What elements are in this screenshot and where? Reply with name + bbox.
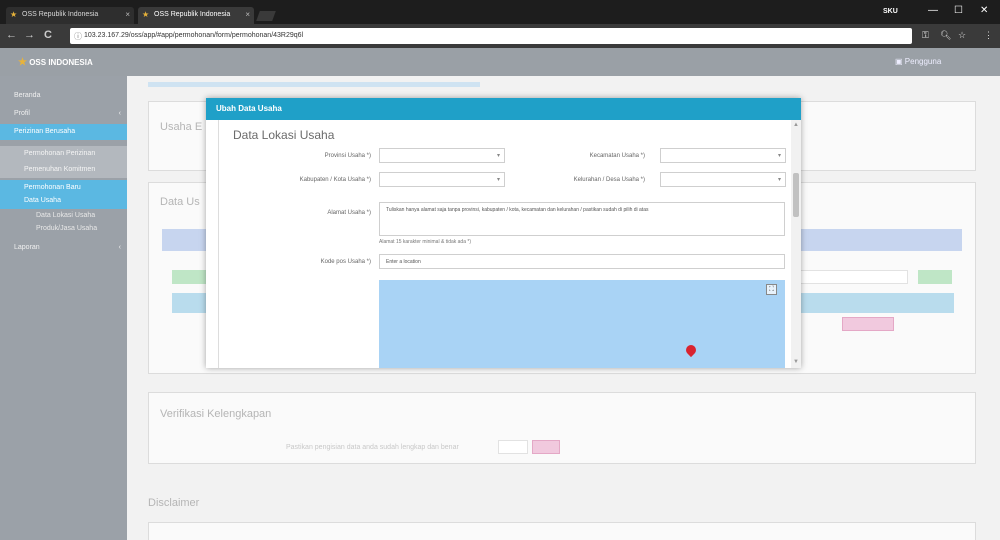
caret-down-icon: ▾ bbox=[496, 177, 500, 183]
modal-header: Ubah Data Usaha bbox=[206, 98, 801, 120]
panel-usaha-title: Usaha E bbox=[160, 121, 203, 133]
browser-tab-active[interactable]: ★ OSS Republik Indonesia × bbox=[138, 7, 254, 24]
kecamatan-select[interactable]: ▾ bbox=[660, 148, 786, 163]
panel-disclaimer bbox=[148, 522, 976, 540]
bookmark-star-icon[interactable]: ☆ bbox=[958, 30, 966, 41]
garuda-logo-icon: ★ bbox=[18, 57, 27, 68]
close-window-icon[interactable]: ✕ bbox=[980, 5, 988, 16]
sidebar-item-produk[interactable]: Produk/Jasa Usaha bbox=[0, 221, 127, 237]
zoom-icon[interactable]: 🔍︎ bbox=[940, 30, 951, 41]
tab-title: OSS Republik Indonesia bbox=[154, 11, 231, 18]
chevron-left-icon: ‹ bbox=[118, 110, 121, 117]
panel-verifikasi-title: Verifikasi Kelengkapan bbox=[160, 408, 272, 420]
close-tab-icon[interactable]: × bbox=[245, 10, 250, 19]
alamat-hint: Alamat 15 karakter minimal & tidak ada *… bbox=[379, 239, 471, 245]
sidebar-item-perizinan[interactable]: Perizinan Berusaha bbox=[0, 124, 127, 140]
back-arrow-icon[interactable]: ← bbox=[6, 29, 17, 41]
modal-body: Data Lokasi Usaha Provinsi Usaha *) ▾ Ke… bbox=[218, 120, 792, 368]
sidebar-item-profil[interactable]: Profil ‹ bbox=[0, 106, 127, 122]
alamat-label: Alamat Usaha *) bbox=[327, 210, 371, 216]
modal-scrollbar[interactable] bbox=[791, 120, 801, 368]
export-button[interactable] bbox=[918, 270, 952, 284]
url-text: 103.23.167.29/oss/app/#app/permohonan/fo… bbox=[84, 32, 304, 39]
user-menu[interactable]: ▣ Pengguna bbox=[895, 57, 941, 66]
kodepos-label: Kode pos Usaha *) bbox=[320, 259, 371, 265]
sidebar-item-permohonan-perizinan[interactable]: Permohonan Perizinan bbox=[0, 146, 127, 162]
browser-tab[interactable]: ★ OSS Republik Indonesia × bbox=[6, 7, 134, 24]
panel-disclaimer-title: Disclaimer bbox=[148, 497, 200, 509]
info-icon[interactable]: ⓘ bbox=[74, 31, 82, 42]
forward-arrow-icon[interactable]: → bbox=[24, 29, 35, 41]
chevron-left-icon: ‹ bbox=[118, 244, 121, 251]
avatar-icon: ▣ bbox=[895, 57, 903, 66]
provinsi-label: Provinsi Usaha *) bbox=[324, 153, 371, 159]
app-header bbox=[0, 48, 1000, 76]
edit-usaha-modal: Ubah Data Usaha Data Lokasi Usaha Provin… bbox=[206, 98, 801, 368]
section-title: Data Lokasi Usaha bbox=[233, 128, 335, 142]
browser-profile[interactable]: SKU bbox=[883, 8, 898, 15]
minimize-icon[interactable]: — bbox=[928, 5, 938, 16]
kecamatan-label: Kecamatan Usaha *) bbox=[589, 153, 645, 159]
sidebar-item-pemenuhan-komitmen[interactable]: Pemenuhan Komitmen bbox=[0, 162, 127, 178]
location-map[interactable]: ⛶ bbox=[379, 280, 785, 368]
provinsi-select[interactable]: ▾ bbox=[379, 148, 505, 163]
verifikasi-button[interactable] bbox=[532, 440, 560, 454]
panel-data-usaha-title: Data Us bbox=[160, 196, 200, 208]
caret-down-icon: ▾ bbox=[496, 153, 500, 159]
kelurahan-label: Kelurahan / Desa Usaha *) bbox=[573, 177, 645, 183]
menu-icon[interactable]: ⋮ bbox=[984, 30, 993, 41]
scroll-up-icon[interactable]: ▲ bbox=[793, 122, 799, 128]
browser-tab-bar: ★ OSS Republik Indonesia × ★ OSS Republi… bbox=[0, 0, 1000, 24]
map-pin-icon[interactable] bbox=[683, 342, 699, 358]
kabupaten-label: Kabupaten / Kota Usaha *) bbox=[299, 177, 371, 183]
maximize-icon[interactable]: ☐ bbox=[954, 5, 963, 16]
caret-down-icon: ▾ bbox=[777, 153, 781, 159]
alamat-textarea[interactable]: Tuliskan hanya alamat saja tanpa provins… bbox=[379, 202, 785, 236]
tab-title: OSS Republik Indonesia bbox=[22, 11, 99, 18]
sidebar-item-laporan[interactable]: Laporan ‹ bbox=[0, 240, 127, 256]
sidebar-item-data-usaha[interactable]: Data Usaha bbox=[0, 193, 127, 209]
add-button[interactable] bbox=[172, 270, 206, 284]
close-tab-icon[interactable]: × bbox=[125, 10, 130, 19]
verifikasi-text: Pastikan pengisian data anda sudah lengk… bbox=[286, 444, 459, 451]
sidebar-item-beranda[interactable]: Beranda bbox=[0, 88, 127, 104]
kelurahan-select[interactable]: ▾ bbox=[660, 172, 786, 187]
caret-down-icon: ▾ bbox=[777, 177, 781, 183]
new-tab-button[interactable] bbox=[256, 11, 276, 21]
app-logo[interactable]: ★ OSS INDONESIA bbox=[18, 57, 93, 68]
kodepos-input[interactable]: Enter a location bbox=[379, 254, 785, 269]
modal-title: Ubah Data Usaha bbox=[216, 104, 282, 113]
scrollbar-thumb[interactable] bbox=[793, 173, 799, 217]
table-search-input[interactable] bbox=[800, 270, 908, 284]
top-link-strip[interactable] bbox=[148, 82, 480, 87]
key-icon[interactable]: ⚿ bbox=[922, 30, 929, 41]
kabupaten-select[interactable]: ▾ bbox=[379, 172, 505, 187]
scroll-down-icon[interactable]: ▼ bbox=[793, 359, 799, 365]
address-bar[interactable]: ⓘ 103.23.167.29/oss/app/#app/permohonan/… bbox=[70, 28, 912, 44]
garuda-favicon-icon: ★ bbox=[142, 10, 150, 19]
fullscreen-icon[interactable]: ⛶ bbox=[766, 284, 777, 295]
row-action-button[interactable] bbox=[842, 317, 894, 331]
garuda-favicon-icon: ★ bbox=[10, 10, 18, 19]
reload-icon[interactable]: C bbox=[44, 29, 52, 41]
verifikasi-checkbox[interactable] bbox=[498, 440, 528, 454]
browser-toolbar: ← → C ⓘ 103.23.167.29/oss/app/#app/permo… bbox=[0, 24, 1000, 48]
panel-verifikasi bbox=[148, 392, 976, 464]
